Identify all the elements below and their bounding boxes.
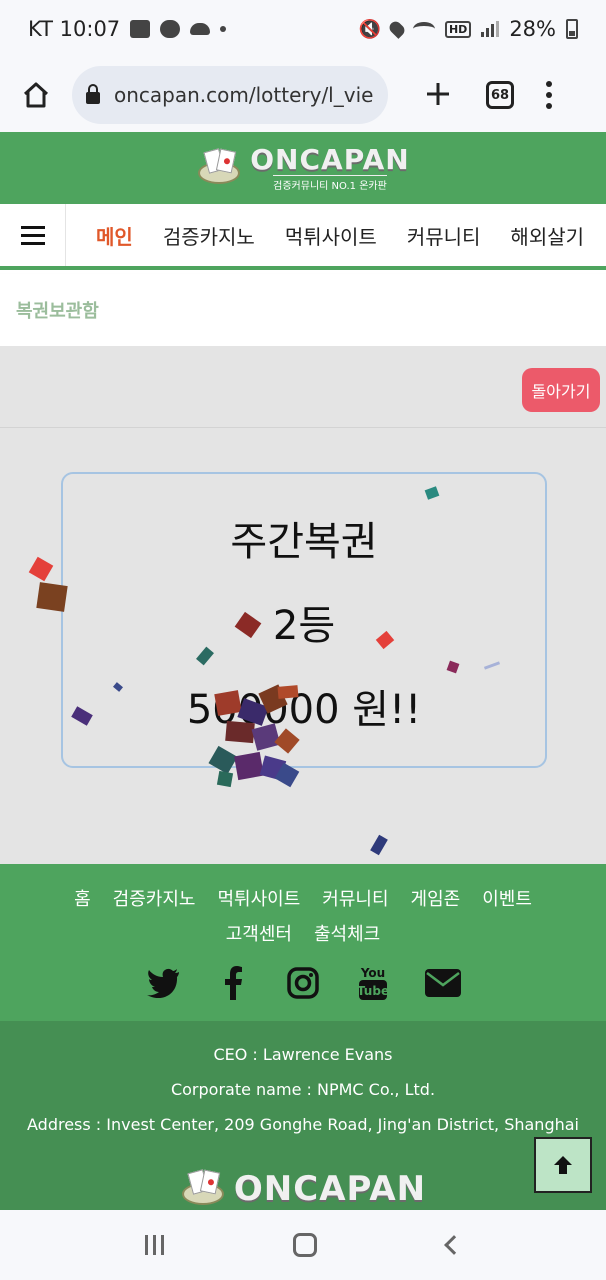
logo-tagline: 검증커뮤니티 NO.1 온카판 [273, 174, 387, 192]
mute-icon: 🔇 [358, 18, 381, 40]
battery-icon [566, 19, 578, 39]
prize-rank: 2등 [272, 603, 336, 649]
home-icon [23, 82, 49, 108]
nav-item-scam-sites[interactable]: 먹튀사이트 [285, 221, 377, 250]
gallery-icon [130, 20, 151, 38]
arrow-up-icon [554, 1156, 572, 1174]
system-nav-bar [0, 1210, 606, 1280]
divider [0, 427, 606, 428]
nav-item-community[interactable]: 커뮤니티 [407, 221, 481, 250]
carrier-time: KT 10:07 [28, 17, 121, 41]
footer-corporate-name: Corporate name : NPMC Co., Ltd. [170, 1080, 436, 1099]
new-tab-button[interactable] [418, 75, 458, 116]
main-nav: 메인 검증카지노 먹튀사이트 커뮤니티 해외살기 [0, 204, 606, 270]
lock-icon [86, 84, 100, 104]
more-notifications-icon [220, 26, 227, 32]
recent-apps-button[interactable] [144, 1235, 164, 1255]
svg-text:Tube: Tube [358, 984, 388, 998]
nav-item-living-abroad[interactable]: 해외살기 [510, 221, 584, 250]
browser-menu-button[interactable] [544, 81, 554, 109]
footer-link-home[interactable]: 홈 [74, 882, 91, 917]
menu-dot [546, 81, 552, 87]
footer-ceo: CEO : Lawrence Evans [213, 1045, 393, 1064]
system-home-button[interactable] [293, 1233, 318, 1257]
svg-text:You: You [360, 966, 385, 980]
status-bar: KT 10:07 🔇 HD 28% [0, 0, 606, 58]
footer-link-customer-center[interactable]: 고객센터 [226, 917, 292, 952]
footer-address: Address : Invest Center, 209 Gonghe Road… [27, 1115, 579, 1134]
email-icon[interactable] [424, 964, 462, 1002]
footer-link-attendance[interactable]: 출석체크 [314, 917, 380, 952]
plus-icon [427, 82, 449, 105]
site-header: ONCAPAN 검증커뮤니티 NO.1 온카판 [0, 132, 606, 204]
system-back-button[interactable] [444, 1235, 465, 1255]
twitter-icon[interactable] [144, 964, 182, 1002]
home-button[interactable] [16, 75, 56, 115]
nav-item-main[interactable]: 메인 [96, 221, 133, 250]
location-icon [387, 19, 407, 39]
url-text: oncapan.com/lottery/l_view [114, 83, 374, 107]
prize-card: 주간복권 2등 500000 원!! [61, 472, 547, 768]
site-logo[interactable]: ONCAPAN 검증커뮤니티 NO.1 온카판 [196, 142, 410, 192]
footer-logo-wordmark: ONCAPAN [233, 1169, 427, 1209]
footer-link-verified-casino[interactable]: 검증카지노 [113, 882, 196, 917]
logo-wordmark: ONCAPAN [250, 142, 410, 176]
youtube-icon[interactable]: You Tube [354, 964, 392, 1002]
footer-logo: ONCAPAN [0, 1169, 606, 1209]
footer-link-game-zone[interactable]: 게임존 [411, 882, 461, 917]
instagram-icon[interactable] [284, 964, 322, 1002]
chat-icon [160, 20, 181, 38]
battery-level: 28% [509, 17, 556, 41]
cloud-icon [190, 23, 211, 35]
footer-nav: 홈 검증카지노 먹튀사이트 커뮤니티 게임존 이벤트 고객센터 출석체크 You… [0, 864, 606, 1021]
menu-dot [546, 92, 552, 98]
back-button[interactable]: 돌아가기 [522, 368, 600, 412]
lottery-type: 주간복권 [230, 519, 378, 565]
lottery-content: 돌아가기 주간복권 2등 500000 원!! [0, 346, 606, 864]
scroll-to-top-button[interactable] [534, 1137, 592, 1193]
cards-logo-icon [196, 148, 242, 188]
facebook-icon[interactable] [214, 964, 252, 1002]
signal-icon [481, 21, 500, 37]
url-bar[interactable]: oncapan.com/lottery/l_view [72, 66, 388, 124]
cards-logo-icon [180, 1169, 226, 1209]
footer-link-community[interactable]: 커뮤니티 [322, 882, 388, 917]
footer-link-events[interactable]: 이벤트 [482, 882, 532, 917]
nav-item-verified-casino[interactable]: 검증카지노 [163, 221, 255, 250]
tab-switcher-button[interactable]: 68 [486, 81, 514, 109]
wifi-icon [412, 22, 435, 36]
hd-icon: HD [444, 20, 472, 38]
menu-dot [546, 103, 552, 109]
hamburger-menu-button[interactable] [0, 204, 66, 266]
footer-link-scam-sites[interactable]: 먹튀사이트 [217, 882, 300, 917]
footer-info: CEO : Lawrence Evans Corporate name : NP… [0, 1021, 606, 1210]
page-title: 복권보관함 [0, 274, 606, 346]
browser-toolbar: oncapan.com/lottery/l_view 68 [0, 58, 606, 132]
